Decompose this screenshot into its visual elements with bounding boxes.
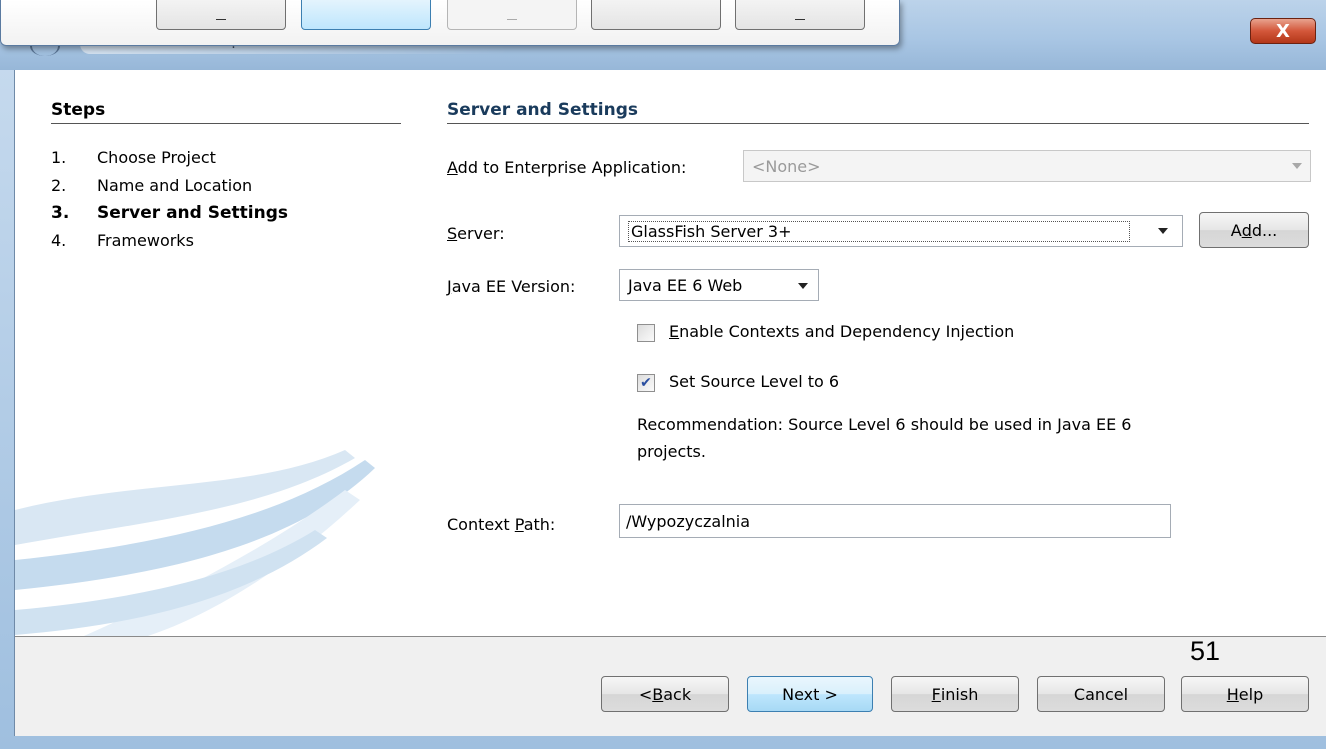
enterprise-app-label: Add to Enterprise Application: bbox=[447, 158, 687, 177]
step-item-current: 3. Server and Settings bbox=[51, 203, 288, 223]
source-level-checkbox[interactable]: ✔ bbox=[637, 374, 655, 392]
overlay-button-disabled bbox=[447, 0, 577, 30]
step-label: Frameworks bbox=[97, 231, 194, 250]
decorative-swoosh bbox=[15, 450, 375, 636]
server-value: GlassFish Server 3+ bbox=[628, 220, 1130, 242]
javaee-version-select[interactable]: Java EE 6 Web bbox=[619, 269, 819, 301]
context-path-value: /Wypozyczalnia bbox=[626, 511, 751, 531]
cdi-checkbox-label: Enable Contexts and Dependency Injection bbox=[669, 322, 1015, 341]
javaee-version-label: Java EE Version: bbox=[447, 277, 576, 296]
enterprise-app-value: <None> bbox=[752, 156, 821, 176]
overlay-button[interactable] bbox=[156, 0, 286, 30]
close-icon: X bbox=[1276, 20, 1290, 42]
chevron-down-icon bbox=[798, 283, 808, 289]
section-heading: Server and Settings bbox=[447, 100, 638, 120]
step-number: 3. bbox=[51, 203, 70, 223]
help-button[interactable]: Help bbox=[1181, 676, 1309, 712]
recommendation-text-line2: projects. bbox=[637, 442, 706, 461]
mnemonic-underline bbox=[216, 19, 226, 20]
source-level-label: Set Source Level to 6 bbox=[669, 372, 840, 391]
chevron-down-icon bbox=[1158, 228, 1168, 234]
context-path-label: Context Path: bbox=[447, 515, 556, 534]
step-number: 4. bbox=[51, 231, 67, 250]
close-button[interactable]: X bbox=[1250, 18, 1316, 44]
step-label: Choose Project bbox=[97, 148, 216, 167]
overlapping-window-fragment bbox=[0, 0, 900, 46]
steps-heading: Steps bbox=[51, 100, 106, 120]
cdi-checkbox[interactable] bbox=[637, 324, 655, 342]
overlay-button-default[interactable] bbox=[301, 0, 431, 30]
settings-pane: Server and Settings Add to Enterprise Ap… bbox=[425, 70, 1326, 636]
server-label: Server: bbox=[447, 224, 505, 243]
overlay-button[interactable] bbox=[735, 0, 865, 30]
javaee-version-value: Java EE 6 Web bbox=[628, 275, 743, 295]
overlay-button[interactable] bbox=[591, 0, 721, 30]
dialog-frame: ' · X Steps 1. Choose Project 2. Name an… bbox=[0, 0, 1326, 749]
steps-divider bbox=[51, 123, 401, 124]
finish-button[interactable]: Finish bbox=[891, 676, 1019, 712]
button-bar: < Back Next > Finish Cancel Help bbox=[15, 637, 1326, 736]
chevron-down-icon bbox=[1292, 163, 1302, 169]
next-button[interactable]: Next > bbox=[747, 676, 873, 712]
dialog-client-area: Steps 1. Choose Project 2. Name and Loca… bbox=[14, 70, 1326, 736]
server-select[interactable]: GlassFish Server 3+ bbox=[619, 215, 1183, 247]
context-path-input[interactable]: /Wypozyczalnia bbox=[619, 504, 1171, 538]
recommendation-text-line1: Recommendation: Source Level 6 should be… bbox=[637, 415, 1132, 434]
step-label: Server and Settings bbox=[97, 203, 288, 223]
steps-pane: Steps 1. Choose Project 2. Name and Loca… bbox=[15, 70, 425, 636]
step-item: 1. Choose Project bbox=[51, 148, 216, 167]
page-number: 51 bbox=[1190, 636, 1221, 666]
checkmark-icon: ✔ bbox=[640, 375, 652, 391]
step-number: 2. bbox=[51, 176, 67, 195]
step-number: 1. bbox=[51, 148, 67, 167]
step-item: 4. Frameworks bbox=[51, 231, 194, 250]
step-label: Name and Location bbox=[97, 176, 253, 195]
mnemonic-underline bbox=[507, 19, 517, 20]
mnemonic-underline bbox=[795, 19, 805, 20]
step-item: 2. Name and Location bbox=[51, 176, 252, 195]
back-button[interactable]: < Back bbox=[601, 676, 729, 712]
cancel-button[interactable]: Cancel bbox=[1037, 676, 1165, 712]
section-divider bbox=[447, 123, 1309, 124]
enterprise-app-select[interactable]: <None> bbox=[743, 150, 1311, 182]
add-server-button[interactable]: Ad d... bbox=[1199, 212, 1309, 248]
